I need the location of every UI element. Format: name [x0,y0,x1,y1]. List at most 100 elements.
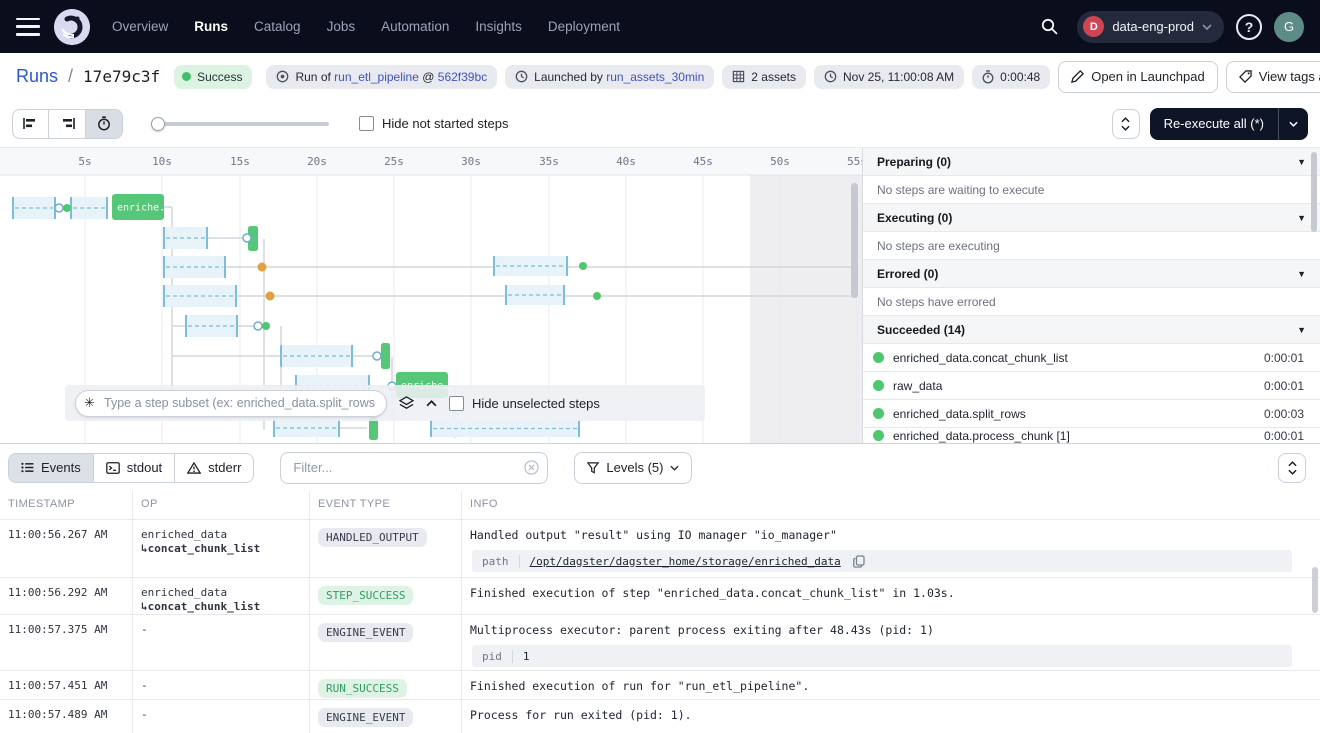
tab-stderr[interactable]: stderr [175,453,254,483]
tag-link[interactable]: run_etl_pipeline [334,70,419,84]
status-badge: Success [174,65,252,89]
tag-link[interactable]: run_assets_30min [606,70,704,84]
log-row[interactable]: 11:00:56.292 AMenriched_data↳concat_chun… [0,578,1320,615]
hide-unselected-checkbox[interactable] [449,396,464,411]
log-row[interactable]: 11:00:57.489 AM-ENGINE_EVENTProcess for … [0,700,1320,733]
help-icon[interactable]: ? [1236,14,1262,40]
reexecute-label: Re-execute all (*) [1150,116,1278,131]
log-timestamp: 11:00:57.489 AM [0,700,133,733]
step-row[interactable]: enriched_data.concat_chunk_list0:00:01 [863,344,1320,372]
log-filter-input[interactable] [280,452,548,484]
hide-unselected-checkbox-row[interactable]: Hide unselected steps [449,396,600,411]
nav-item-overview[interactable]: Overview [112,19,168,34]
zoom-slider[interactable] [151,117,329,131]
run-tag[interactable]: Launched by run_assets_30min [505,65,714,89]
waterfall-end-mode-icon[interactable] [49,109,86,139]
step-duration: 0:00:01 [1264,351,1304,365]
step-subset-input[interactable] [75,390,387,417]
top-nav: Overview Runs Catalog Jobs Automation Insight… [0,0,1320,53]
step-duration: 0:00:01 [1264,429,1304,443]
log-row[interactable]: 11:00:56.267 AMenriched_data↳concat_chun… [0,520,1320,578]
graph-layers-icon[interactable] [399,396,414,411]
log-event-type: STEP_SUCCESS [310,578,462,614]
clear-filter-icon[interactable] [524,460,539,480]
run-tag[interactable]: Nov 25, 11:00:08 AM [814,65,964,89]
log-info: Handled output "result" using IO manager… [462,520,1320,577]
nav-item-jobs[interactable]: Jobs [327,19,356,34]
step-row[interactable]: enriched_data.split_rows0:00:03 [863,400,1320,428]
log-scrollbar[interactable] [1312,567,1318,613]
section-empty-text: No steps are waiting to execute [863,176,1320,204]
run-icon [276,70,289,83]
run-tag[interactable]: 0:00:48 [972,65,1050,89]
metadata-value[interactable]: /opt/dagster/dagster_home/storage/enrich… [520,555,851,568]
pencil-icon [1071,70,1084,83]
view-tags-config-button[interactable]: View tags and config [1226,61,1320,93]
nav-item-deployment[interactable]: Deployment [548,19,620,34]
tab-Events[interactable]: Events [8,453,94,483]
open-in-launchpad-button[interactable]: Open in Launchpad [1058,61,1217,93]
dagster-run-page: Overview Runs Catalog Jobs Automation Insight… [0,0,1320,733]
col-timestamp: TIMESTAMP [0,491,133,519]
nav-item-catalog[interactable]: Catalog [254,19,301,34]
timed-mode-icon[interactable] [86,109,123,139]
metadata-value: 1 [513,650,540,663]
tag-link[interactable]: 562f39bc [438,70,487,84]
event-metadata: pid1 [472,645,1292,667]
nav-item-runs[interactable]: Runs [194,19,228,34]
hide-not-started-checkbox[interactable] [359,116,374,131]
run-tag[interactable]: 2 assets [722,65,806,89]
resize-panel-stepper[interactable] [1112,109,1140,139]
nav-item-insights[interactable]: Insights [475,19,522,34]
step-subset-overlay: ✳ Hide unselected steps [65,385,705,421]
step-row[interactable]: raw_data0:00:01 [863,372,1320,400]
steps-panel-scrollbar[interactable] [1311,152,1317,232]
section-header-1[interactable]: Executing (0)▼ [863,204,1320,232]
gantt-chart[interactable]: 5s10s15s20s25s30s35s40s45s50s55senriche.… [0,148,862,443]
nav-item-automation[interactable]: Automation [381,19,449,34]
dagster-logo[interactable] [54,9,90,45]
collapse-chevron-up-icon[interactable] [426,400,437,407]
waterfall-start-mode-icon[interactable] [12,109,49,139]
grid-icon [732,70,745,83]
success-dot-icon [873,408,884,419]
hamburger-menu-icon[interactable] [16,18,40,36]
run-tag[interactable]: Run of run_etl_pipeline @ 562f39bc [266,65,497,89]
reexecute-caret[interactable] [1278,108,1308,140]
slider-knob[interactable] [151,117,165,131]
breadcrumb-separator: / [66,66,75,87]
log-row[interactable]: 11:00:57.375 AM-ENGINE_EVENTMultiprocess… [0,615,1320,671]
metadata-key: path [472,555,520,568]
event-type-badge: HANDLED_OUTPUT [318,528,427,547]
section-title: Executing (0) [877,211,952,225]
breadcrumb-runs-link[interactable]: Runs [16,66,58,87]
section-header-2[interactable]: Errored (0)▼ [863,260,1320,288]
levels-dropdown[interactable]: Levels (5) [574,452,692,484]
clock-icon [515,70,528,83]
log-row[interactable]: 11:00:57.451 AM-RUN_SUCCESSFinished exec… [0,671,1320,700]
user-avatar[interactable]: G [1274,12,1304,42]
op-selector-icon: ✳ [84,395,95,411]
svg-text:40s: 40s [616,155,636,168]
nav-items: Overview Runs Catalog Jobs Automation Insight… [112,19,620,34]
step-row[interactable]: enriched_data.process_chunk [1]0:00:01 [863,428,1320,443]
search-icon[interactable] [1033,11,1065,43]
hide-unselected-label: Hide unselected steps [472,396,600,411]
workspace-switcher[interactable]: D data-eng-prod [1077,11,1224,43]
col-op: OP [133,491,310,519]
reexecute-all-button[interactable]: Re-execute all (*) [1150,108,1308,140]
copy-icon[interactable] [853,555,865,568]
log-event-type: ENGINE_EVENT [310,700,462,733]
section-header-0[interactable]: Preparing (0)▼ [863,148,1320,176]
slider-track[interactable] [151,122,329,126]
svg-text:enriche.: enriche. [117,203,165,214]
hide-not-started-checkbox-row[interactable]: Hide not started steps [359,116,508,131]
log-panel-stepper[interactable] [1278,453,1306,483]
run-id: 17e79c3f [83,67,160,86]
section-header-3[interactable]: Succeeded (14)▼ [863,316,1320,344]
log-timestamp: 11:00:56.292 AM [0,578,133,614]
col-event-type: EVENT TYPE [310,491,462,519]
tab-stdout[interactable]: stdout [94,453,175,483]
log-info: Multiprocess executor: parent process ex… [462,615,1320,670]
svg-text:30s: 30s [461,155,481,168]
